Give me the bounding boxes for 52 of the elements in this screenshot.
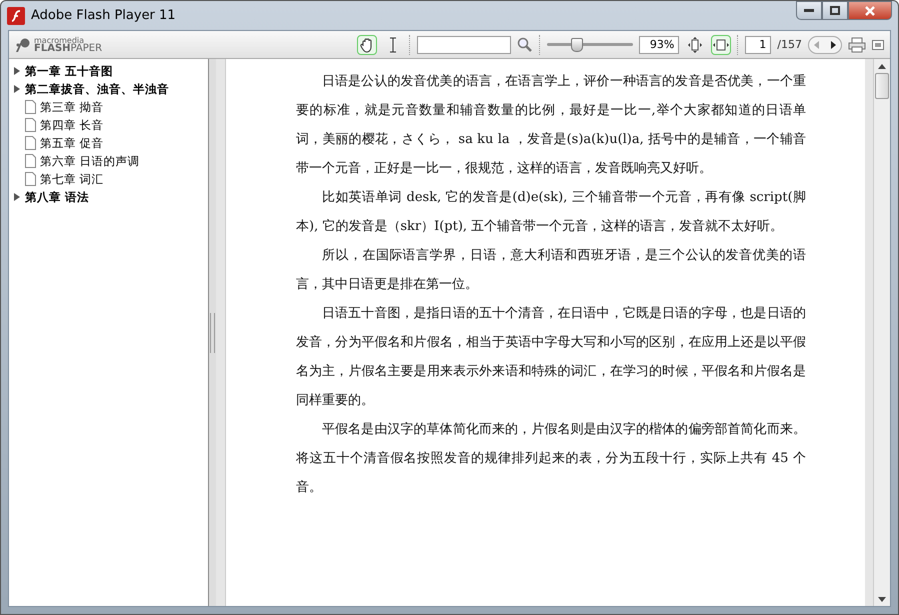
page-icon [25, 172, 36, 186]
hand-tool-button[interactable] [357, 34, 378, 54]
paragraph: 日语是公认的发音优美的语言，在语言学上，评价一种语言的发音是否优美，一个重要的标准，就是元音数量和辅音数量的比例，最好是一比一,举个大家都知道的日语单词，美丽的樱花，さくら， sa ku la ，发音是(s)a(k)u(l)a, 括号中的是辅音，一个辅音带一个元音，正好是一比一，很规范，这样的语言，发音既响亮又好听。 [296, 73, 806, 178]
zoom-slider[interactable] [547, 38, 634, 52]
close-button[interactable] [848, 1, 892, 20]
outline-item[interactable]: 第三章 拗音 [13, 98, 208, 116]
page-number-field[interactable]: 1 [745, 36, 772, 54]
left-triangle-icon [813, 40, 821, 48]
paragraph: 所以，在国际语言学界，日语，意大利语和西班牙语，是三个公认的发音优美的语言，其中日语更是排在第一位。 [296, 247, 806, 294]
page-icon [25, 118, 36, 132]
text-cursor-icon [388, 36, 398, 52]
minimize-button[interactable] [796, 1, 822, 20]
expand-arrow-icon[interactable] [13, 193, 21, 201]
outline-item[interactable]: 第二章拔音、浊音、半浊音 [13, 80, 208, 98]
expand-arrow-icon[interactable] [13, 85, 21, 93]
right-triangle-icon [829, 40, 837, 48]
up-triangle-icon [878, 64, 886, 68]
maximize-icon [830, 6, 840, 15]
product-name: FLASHPAPER [34, 44, 102, 52]
close-icon [865, 6, 875, 16]
logo-icon [15, 38, 31, 52]
paragraph: 日语五十音图，是指日语的五十个清音，在日语中，它既是日语的字母，也是日语的发音，分为平假名和片假名，相当于英语中字母大写和小写的区别，在应用上还是以平假名为主，片假名主要是用来表示外来语和特殊的词汇，在学习的时候，平假名和片假名是同样重要的。 [296, 305, 806, 410]
down-triangle-icon [878, 596, 886, 602]
logo-text: macromedia [34, 36, 84, 44]
fit-width-button[interactable] [711, 34, 732, 54]
outline-item[interactable]: 第七章 词汇 [13, 170, 208, 188]
outline-item[interactable]: 第四章 长音 [13, 116, 208, 134]
fit-width-icon [713, 36, 730, 52]
scrollbar-thumb[interactable] [875, 73, 889, 99]
page-count: /157 [777, 38, 802, 51]
outline-item[interactable]: 第一章 五十音图 [13, 62, 208, 80]
page-icon [25, 100, 36, 114]
zoom-field[interactable]: 93% [639, 36, 680, 54]
outline-item[interactable]: 第八章 语法 [13, 188, 208, 206]
expand-arrow-icon[interactable] [13, 67, 21, 75]
paragraph: 平假名是由汉字的草体简化而来的，片假名则是由汉字的楷体的偏旁部首简化而来。将这五十个清音假名按照发音的规律排列起来的表，分为五段十行，实际上共有 45 个音。 [296, 421, 806, 497]
maximize-button[interactable] [822, 1, 848, 20]
page-icon [25, 136, 36, 150]
outline-item[interactable]: 第六章 日语的声调 [13, 152, 208, 170]
search-icon[interactable] [517, 36, 534, 52]
paragraph: 比如英语单词 desk, 它的发音是(d)e(sk), 三个辅音带一个元音，再有像 script(脚本), 它的发音是（skr）I(pt), 五个辅音带一个元音，这样的语言，发音就不太好听。 [296, 189, 806, 236]
minimize-icon [804, 8, 814, 12]
app-logo-icon [7, 6, 25, 24]
fit-height-icon [687, 36, 704, 52]
print-icon[interactable] [848, 36, 866, 52]
page-icon [25, 154, 36, 168]
search-field[interactable] [417, 36, 512, 54]
window-title: Adobe Flash Player 11 [31, 8, 177, 23]
outline-item[interactable]: 第五章 促音 [13, 134, 208, 152]
slider-thumb[interactable] [570, 38, 583, 52]
window-icon[interactable] [872, 40, 884, 50]
splitter-handle[interactable] [209, 59, 216, 606]
